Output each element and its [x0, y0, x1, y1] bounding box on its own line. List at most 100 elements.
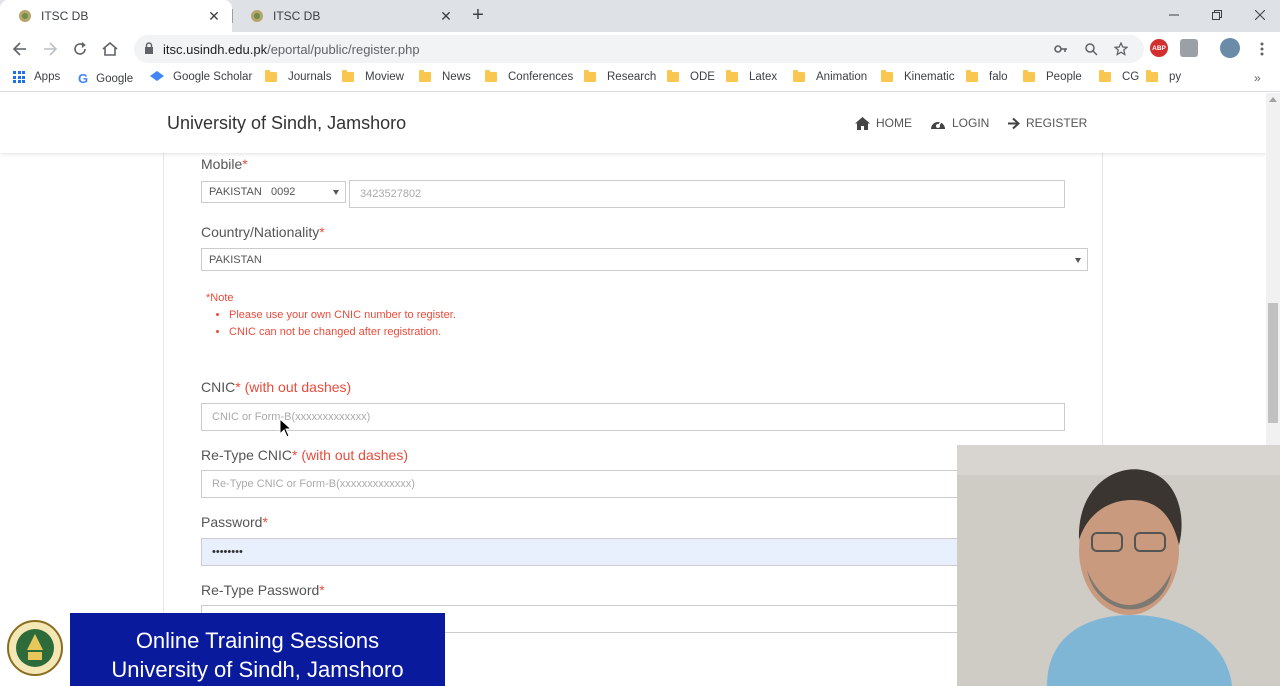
site-brand[interactable]: University of Sindh, Jamshoro [167, 113, 406, 134]
bookmark-google[interactable]: G Google [78, 71, 133, 86]
address-bar[interactable]: itsc.usindh.edu.pk/eportal/public/regist… [134, 35, 1144, 63]
dashboard-icon [931, 121, 945, 129]
folder-icon [1099, 70, 1111, 82]
site-favicon-icon [19, 10, 31, 22]
site-header: University of Sindh, Jamshoro HOME LOGIN… [0, 93, 1266, 153]
folder-icon [1023, 70, 1035, 82]
nationality-label: Country/Nationality* [201, 224, 325, 240]
tab-itsc-db-1[interactable]: ITSC DB ✕ [0, 0, 232, 32]
nav-home-label: HOME [876, 116, 912, 130]
more-bookmarks-chevron-icon[interactable]: » [1254, 71, 1261, 85]
bookmark-people[interactable]: People [1023, 70, 1082, 83]
nationality-select[interactable]: PAKISTAN [201, 248, 1088, 271]
bookmark-kinematic[interactable]: Kinematic [881, 70, 955, 83]
close-tab-icon[interactable]: ✕ [206, 8, 222, 25]
bookmark-label: Google [96, 72, 134, 85]
bookmark-py[interactable]: py [1146, 70, 1182, 83]
bookmark-label: News [442, 71, 471, 83]
bookmark-label: falo [989, 71, 1008, 83]
bookmark-moview[interactable]: Moview [342, 70, 404, 83]
adblock-extension-icon[interactable]: ABP [1150, 39, 1168, 57]
close-tab-icon[interactable]: ✕ [438, 8, 454, 25]
bookmark-label: CG [1122, 71, 1140, 83]
bookmark-label: py [1169, 71, 1182, 83]
nav-login-link[interactable]: LOGIN [930, 116, 989, 130]
profile-avatar[interactable] [1220, 38, 1240, 58]
banner-line-2: University of Sindh, Jamshoro [111, 657, 404, 682]
bookmark-journals[interactable]: Journals [265, 70, 331, 83]
mobile-country-value: PAKISTAN [209, 186, 262, 198]
bookmark-conferences[interactable]: Conferences [485, 70, 573, 83]
note-item: Please use your own CNIC number to regis… [229, 309, 456, 321]
home-icon [102, 42, 118, 56]
mobile-code-value: 0092 [270, 186, 296, 198]
folder-icon [726, 70, 738, 82]
bookmark-label: ODE [690, 71, 715, 83]
bookmark-label: Apps [34, 71, 61, 83]
bookmark-star-icon[interactable] [1112, 40, 1130, 58]
forward-arrow-icon [44, 42, 57, 56]
folder-icon [265, 70, 277, 82]
bookmark-falo[interactable]: falo [966, 70, 1008, 83]
bookmark-research[interactable]: Research [584, 70, 657, 83]
bookmark-animation[interactable]: Animation [793, 70, 867, 83]
minimize-window-button[interactable] [1152, 0, 1196, 30]
bookmark-news[interactable]: News [419, 70, 471, 83]
close-window-button[interactable] [1238, 0, 1280, 30]
password-key-icon[interactable] [1052, 40, 1070, 58]
home-button[interactable] [98, 37, 122, 61]
bookmark-cg[interactable]: CG [1099, 70, 1140, 83]
url-host: itsc.usindh.edu.pk [163, 42, 268, 57]
note-item: CNIC can not be changed after registrati… [229, 326, 456, 338]
mobile-number-input[interactable]: 3423527802 [349, 180, 1065, 208]
folder-icon [419, 70, 431, 82]
bookmark-ode[interactable]: ODE [667, 70, 715, 83]
cnic-input[interactable]: CNIC or Form-B(xxxxxxxxxxxxx) [201, 403, 1065, 431]
folder-icon [584, 70, 596, 82]
retype-cnic-input[interactable]: Re-Type CNIC or Form-B(xxxxxxxxxxxxx) [201, 470, 1065, 498]
bookmark-label: Kinematic [904, 71, 955, 83]
restore-icon [1212, 10, 1222, 20]
scholar-cap-icon [150, 71, 164, 81]
bookmark-google-scholar[interactable]: Google Scholar [150, 71, 252, 83]
tab-itsc-db-2[interactable]: ITSC DB ✕ [232, 0, 464, 32]
apps-grid-icon [13, 71, 25, 83]
folder-icon [342, 70, 354, 82]
back-arrow-icon [13, 42, 26, 56]
arrow-right-icon [1008, 117, 1020, 129]
tab-strip: ITSC DB ✕ ITSC DB ✕ + [0, 0, 1280, 32]
folder-icon [881, 70, 893, 82]
reload-button[interactable] [68, 37, 92, 61]
dropdown-arrow-icon [333, 190, 339, 195]
password-input[interactable]: •••••••• [201, 538, 1065, 566]
close-icon [1255, 10, 1265, 20]
new-tab-button[interactable]: + [468, 5, 488, 25]
bookmark-latex[interactable]: Latex [726, 70, 777, 83]
bookmarks-bar: Apps G Google Google Scholar Journals Mo… [0, 66, 1280, 92]
bookmark-label: People [1046, 71, 1082, 83]
mobile-country-code-select[interactable]: PAKISTAN 0092 [201, 181, 346, 203]
forward-button[interactable] [38, 37, 62, 61]
retype-cnic-label: Re-Type CNIC* (with out dashes) [201, 447, 408, 463]
url-path: /eportal/public/register.php [267, 42, 420, 57]
home-icon [855, 116, 870, 130]
nav-home-link[interactable]: HOME [855, 116, 912, 130]
scroll-up-arrow-icon[interactable] [1269, 97, 1277, 102]
bookmark-label: Google Scholar [173, 71, 253, 83]
folder-icon [667, 70, 679, 82]
extension-icon[interactable] [1180, 39, 1198, 57]
back-button[interactable] [8, 37, 32, 61]
registration-note: *Note Please use your own CNIC number to… [206, 292, 456, 343]
bookmark-label: Research [607, 71, 657, 83]
nav-register-link[interactable]: REGISTER [1007, 116, 1087, 130]
folder-icon [966, 70, 978, 82]
bookmark-apps[interactable]: Apps [13, 71, 60, 83]
dropdown-arrow-icon [1075, 258, 1081, 263]
scrollbar-thumb[interactable] [1268, 303, 1278, 423]
site-favicon-icon [251, 10, 263, 22]
folder-icon [1146, 70, 1158, 82]
menu-button[interactable] [1250, 37, 1274, 61]
zoom-icon[interactable] [1082, 40, 1100, 58]
restore-window-button[interactable] [1195, 0, 1239, 30]
university-seal-logo [7, 620, 63, 676]
